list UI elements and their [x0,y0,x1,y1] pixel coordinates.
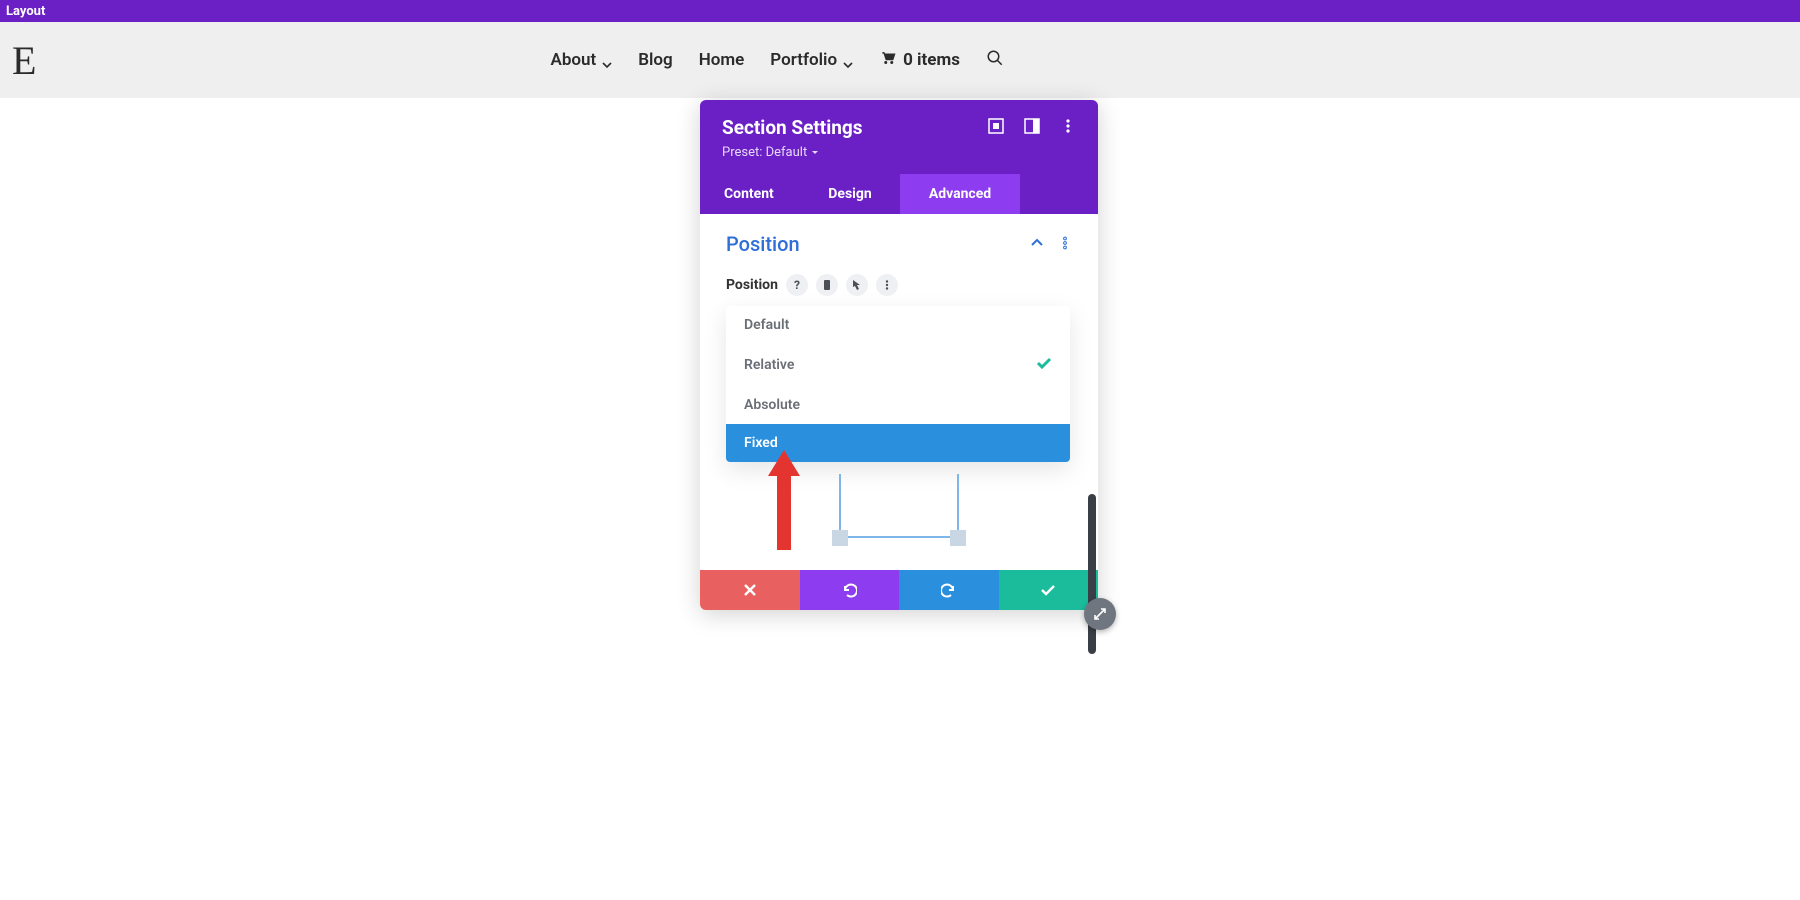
resize-handle-icon[interactable] [1084,598,1116,630]
chevron-down-icon [602,55,612,65]
tab-advanced[interactable]: Advanced [900,174,1020,214]
nav-about[interactable]: About [550,50,612,70]
option-label: Absolute [744,397,800,413]
modal-header[interactable]: Section Settings Preset: Default [700,100,1098,174]
option-label: Fixed [744,435,778,451]
position-option-fixed[interactable]: Fixed [726,424,1070,462]
chevron-up-icon[interactable] [1030,235,1044,254]
tab-content[interactable]: Content [700,174,800,214]
position-option-relative[interactable]: Relative [726,344,1070,386]
option-label: Default [744,317,789,333]
hover-state-icon[interactable] [846,274,868,296]
nav-home[interactable]: Home [699,50,745,70]
option-label: Relative [744,357,794,373]
undo-button[interactable] [800,570,900,610]
kebab-menu-icon[interactable] [1060,118,1076,138]
toggle-section-position[interactable]: Position [726,232,1030,256]
cancel-button[interactable] [700,570,800,610]
nav-portfolio[interactable]: Portfolio [770,50,853,70]
preset-label: Preset: Default [722,145,807,160]
nav-about-label: About [550,50,596,70]
expand-icon[interactable] [988,118,1004,138]
section-settings-modal: Section Settings Preset: Default Content… [700,100,1098,610]
site-logo[interactable]: E [12,37,34,84]
settings-tabs: Content Design Advanced [700,174,1098,214]
builder-topbar: Layout [0,0,1800,22]
search-icon [986,49,1004,72]
kebab-menu-icon[interactable] [876,274,898,296]
origin-handle-bottom-left[interactable] [832,530,848,546]
preset-selector[interactable]: Preset: Default [722,145,1076,160]
save-button[interactable] [999,570,1099,610]
position-option-default[interactable]: Default [726,306,1070,344]
redo-button[interactable] [899,570,999,610]
cart-icon [879,49,897,72]
responsive-mobile-icon[interactable] [816,274,838,296]
check-icon [1036,355,1052,375]
chevron-down-icon [843,55,853,65]
settings-panel: Position Position ? Default Relative Abs… [700,214,1098,570]
nav-home-label: Home [699,50,745,70]
nav-blog-label: Blog [638,50,673,70]
kebab-menu-icon[interactable] [1058,235,1072,254]
nav-blog[interactable]: Blog [638,50,673,70]
help-icon[interactable]: ? [786,274,808,296]
nav-search[interactable] [986,49,1004,72]
position-field-label: Position [726,277,778,293]
main-nav: About Blog Home Portfolio 0 items [550,49,1003,72]
origin-handle-bottom-right[interactable] [950,530,966,546]
modal-title: Section Settings [722,116,988,139]
snap-right-icon[interactable] [1024,118,1040,138]
site-header: E About Blog Home Portfolio 0 items [0,22,1800,98]
modal-actions [700,570,1098,610]
position-origin-control[interactable] [766,474,1032,560]
nav-cart-label: 0 items [903,50,960,70]
nav-cart[interactable]: 0 items [879,49,960,72]
position-dropdown: Default Relative Absolute Fixed [726,306,1070,462]
topbar-title: Layout [6,4,45,19]
position-field-header: Position ? [726,274,1072,296]
panel-scrollbar-thumb[interactable] [1088,494,1096,654]
tab-design[interactable]: Design [800,174,900,214]
nav-portfolio-label: Portfolio [770,50,837,70]
position-option-absolute[interactable]: Absolute [726,386,1070,424]
